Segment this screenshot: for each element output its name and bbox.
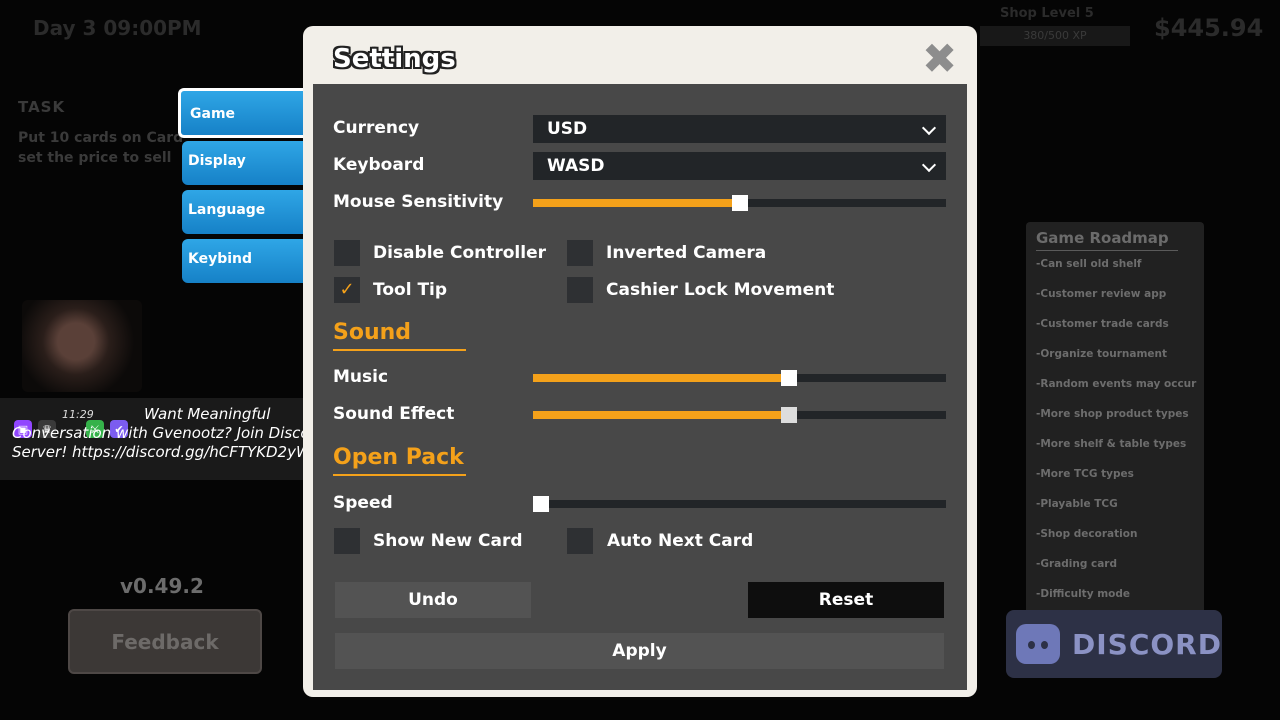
music-label: Music [333,367,389,387]
roadmap-list: -Can sell old shelf -Customer review app… [1036,258,1196,618]
music-slider[interactable] [533,370,946,386]
roadmap-item: -Grading card [1036,558,1118,570]
disable-controller-checkbox[interactable] [334,240,360,266]
version-label: v0.49.2 [120,574,204,598]
roadmap-item: -Organize tournament [1036,348,1168,360]
keyboard-dropdown[interactable]: WASD [533,152,946,180]
show-new-card-label: Show New Card [373,531,523,551]
sound-effect-label: Sound Effect [333,404,455,424]
roadmap-item: -Customer review app [1036,288,1167,300]
roadmap-item: -Playable TCG [1036,498,1118,510]
tab-display[interactable]: Display [182,141,306,185]
apply-button[interactable]: Apply [335,633,944,669]
discord-icon [1016,624,1060,664]
auto-next-card-label: Auto Next Card [607,531,754,551]
xp-bar: 380/500 XP [980,26,1130,46]
roadmap-item: -More TCG types [1036,468,1134,480]
slider-fill [533,411,790,419]
tab-language[interactable]: Language [182,190,306,234]
slider-fill [533,374,790,382]
currency-value: USD [547,119,588,139]
keyboard-label: Keyboard [333,155,425,175]
mouse-sensitivity-label: Mouse Sensitivity [333,192,504,212]
speed-slider[interactable] [533,496,946,512]
sound-section-heading: Sound [333,320,466,351]
disable-controller-label: Disable Controller [373,243,546,263]
slider-handle[interactable] [781,370,798,386]
discord-badge: DISCORD [1006,610,1222,678]
auto-next-card-checkbox[interactable] [567,528,593,554]
currency-label: Currency [333,118,420,138]
roadmap-item: -Customer trade cards [1036,318,1169,330]
open-pack-section-heading: Open Pack [333,445,466,476]
tool-tip-checkbox[interactable]: ✓ [334,277,360,303]
day-time-label: Day 3 09:00PM [33,16,202,40]
cashier-lock-label: Cashier Lock Movement [606,280,835,300]
slider-fill [533,199,740,207]
reset-button[interactable]: Reset [748,582,944,618]
roadmap-item: -Random events may occur [1036,378,1197,390]
roadmap-item: -More shelf & table types [1036,438,1187,450]
tab-keybind[interactable]: Keybind [182,239,306,283]
tool-tip-label: Tool Tip [373,280,448,300]
chevron-down-icon [921,120,937,136]
feedback-button[interactable]: Feedback [68,609,262,674]
speed-label: Speed [333,493,393,513]
task-title: TASK [18,98,66,116]
keyboard-value: WASD [547,156,605,176]
roadmap-item: -More shop product types [1036,408,1189,420]
dialog-title: Settings [333,44,456,74]
inverted-camera-checkbox[interactable] [567,240,593,266]
tab-game[interactable]: Game [178,88,306,138]
inverted-camera-label: Inverted Camera [606,243,767,263]
roadmap-item: -Shop decoration [1036,528,1138,540]
shop-level-label: Shop Level 5 [1000,6,1094,21]
slider-handle[interactable] [731,195,748,211]
slider-handle[interactable] [781,407,798,423]
close-icon[interactable]: ✖ [922,38,957,80]
undo-button[interactable]: Undo [335,582,531,618]
slider-handle[interactable] [533,496,550,512]
sound-effect-slider[interactable] [533,407,946,423]
money-label: $445.94 [1154,14,1264,42]
mouse-sensitivity-slider[interactable] [533,195,946,211]
cashier-lock-checkbox[interactable] [567,277,593,303]
discord-label: DISCORD [1072,627,1222,661]
chevron-down-icon [921,157,937,173]
roadmap-item: -Can sell old shelf [1036,258,1142,270]
webcam-overlay [22,300,142,392]
currency-dropdown[interactable]: USD [533,115,946,143]
show-new-card-checkbox[interactable] [334,528,360,554]
task-description: Put 10 cards on Card set the price to se… [18,130,184,166]
roadmap-title: Game Roadmap [1036,229,1178,251]
